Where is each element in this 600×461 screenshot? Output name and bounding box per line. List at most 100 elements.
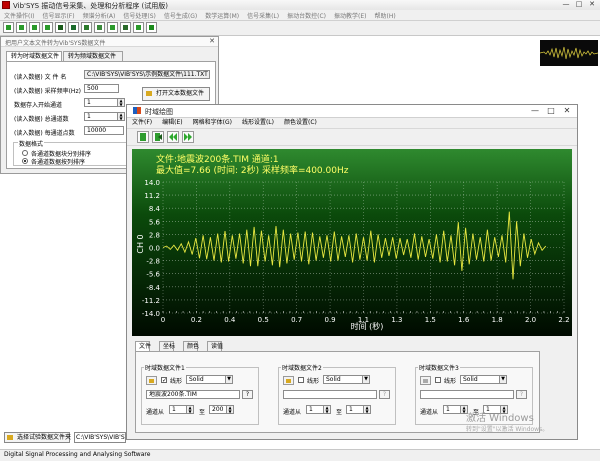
close-button[interactable]: ✕ <box>586 0 598 9</box>
tw-next-icon[interactable] <box>182 131 194 143</box>
file2-style-select[interactable]: Solid <box>323 375 363 384</box>
file2-help-button[interactable]: ? <box>379 390 390 399</box>
file-group-1-title: 时域数据文件1 <box>144 363 186 372</box>
copy-icon[interactable] <box>42 22 53 33</box>
file3-help-button[interactable]: ? <box>516 390 527 399</box>
select-folder-button[interactable]: 选择试验数据文件夹 <box>4 432 71 443</box>
import-window-close[interactable]: ✕ <box>209 37 215 45</box>
file3-open-icon[interactable] <box>420 376 431 385</box>
menu-math[interactable]: 数学运算(M) <box>201 10 243 20</box>
maximize-button[interactable]: □ <box>573 0 585 9</box>
file1-to-spinner[interactable]: ▲ ▼ <box>227 405 234 414</box>
tw-menu-color[interactable]: 颜色设置(C) <box>279 118 322 127</box>
file3-checkbox[interactable] <box>435 377 441 383</box>
total-channels-label: (读入数据) 总通道数 <box>14 116 69 123</box>
tw-open-icon[interactable] <box>137 131 149 143</box>
file1-style-select[interactable]: Solid <box>186 375 226 384</box>
window-icon[interactable] <box>133 22 144 33</box>
tw-prev-icon[interactable] <box>167 131 179 143</box>
menu-spectrum[interactable]: 频谱分析(A) <box>79 10 120 20</box>
spectrum-icon[interactable] <box>81 22 92 33</box>
tw-menu-line[interactable]: 线形设置(L) <box>237 118 279 127</box>
open-text-file-button[interactable]: 打开文本数据文件 <box>142 87 210 101</box>
tw-exit-icon[interactable] <box>152 131 164 143</box>
file2-from-field[interactable]: 1 <box>306 405 324 414</box>
minimize-button[interactable]: — <box>560 0 572 9</box>
file2-from-spinner[interactable]: ▲ ▼ <box>324 405 331 414</box>
folder-icon <box>146 91 152 96</box>
file1-help-button[interactable]: ? <box>242 390 253 399</box>
tab-read[interactable]: 读值 <box>207 341 223 351</box>
sample-rate-field[interactable]: 500 <box>84 84 119 93</box>
save-icon[interactable] <box>29 22 40 33</box>
tab-freq-file[interactable]: 转为频域数据文件 <box>63 51 123 61</box>
window-app-icon <box>133 107 141 114</box>
tw-menu-file[interactable]: 文件(F) <box>127 118 157 127</box>
format-option1-radio[interactable] <box>22 150 28 156</box>
file3-style-dropdown[interactable]: ▼ <box>500 375 507 384</box>
total-channels-field[interactable]: 1 <box>84 112 118 121</box>
file-name-field[interactable]: C:\VIB'SYS\VIB'SYS\示例数据文件\111.TXT <box>84 70 210 79</box>
file1-from-label: 通道从 <box>146 409 165 416</box>
menu-help[interactable]: 帮助(H) <box>370 10 399 20</box>
time-chart: 文件:地震波200条.TIM 通道:1 最大值=7.66 (时间: 2秒) 采样… <box>136 153 570 331</box>
table-icon[interactable] <box>94 22 105 33</box>
tab-file[interactable]: 文件 <box>135 341 151 351</box>
file1-from-field[interactable]: 1 <box>169 405 187 414</box>
time-window-close[interactable]: ✕ <box>561 106 573 115</box>
tab-axes[interactable]: 坐标 <box>159 341 175 351</box>
x-tick-label: 1.1 <box>358 316 369 324</box>
menu-file-ops[interactable]: 文件操作(I) <box>0 10 38 20</box>
file3-style-select[interactable]: Solid <box>460 375 500 384</box>
help-icon[interactable] <box>146 22 157 33</box>
menu-signal-display[interactable]: 信号显示(F) <box>38 10 78 20</box>
start-channel-spinner[interactable]: ▲ ▼ <box>118 98 125 107</box>
menu-signal-gen[interactable]: 信号生成(G) <box>160 10 201 20</box>
format-option2-label: 各通道数据按列排序 <box>31 159 86 166</box>
file2-to-spinner[interactable]: ▲ ▼ <box>364 405 371 414</box>
file1-from-spinner[interactable]: ▲ ▼ <box>187 405 194 414</box>
file2-to-field[interactable]: 1 <box>346 405 364 414</box>
tw-menu-edit[interactable]: 编辑(E) <box>157 118 187 127</box>
x-tick-label: 1.5 <box>425 316 436 324</box>
video-icon[interactable] <box>55 22 66 33</box>
grid-icon[interactable] <box>107 22 118 33</box>
file2-style-dropdown[interactable]: ▼ <box>363 375 370 384</box>
tab-colors[interactable]: 颜色 <box>183 341 199 351</box>
open-icon[interactable] <box>16 22 27 33</box>
time-window-menu: 文件(F) 编辑(E) 网格和字体(G) 线形设置(L) 颜色设置(C) <box>127 118 577 127</box>
folder-path-field[interactable]: C:\VIB'SYS\VIB'SYS\ <box>74 432 126 443</box>
chart-icon[interactable] <box>120 22 131 33</box>
x-tick-label: 0 <box>161 316 165 324</box>
file1-to-field[interactable]: 200 <box>209 405 227 414</box>
tab-time-file[interactable]: 转为时域数据文件 <box>6 51 62 61</box>
tw-menu-grid-font[interactable]: 网格和字体(G) <box>188 118 237 127</box>
file1-open-icon[interactable] <box>146 376 157 385</box>
menu-signal-process[interactable]: 信号处理(S) <box>119 10 160 20</box>
start-channel-field[interactable]: 1 <box>84 98 118 107</box>
file2-name-field[interactable] <box>283 390 377 399</box>
x-tick-label: 1.3 <box>391 316 402 324</box>
file2-checkbox[interactable] <box>298 377 304 383</box>
new-icon[interactable] <box>3 22 14 33</box>
file1-to-label: 至 <box>199 409 206 416</box>
file1-checkbox[interactable]: ✓ <box>161 377 167 384</box>
file2-open-icon[interactable] <box>283 376 294 385</box>
file3-from-field[interactable]: 1 <box>443 405 461 414</box>
y-tick-label: 14.0 <box>144 179 160 187</box>
file1-name-field[interactable]: 地震波200条.TIM <box>146 390 240 399</box>
file1-style-dropdown[interactable]: ▼ <box>226 375 233 384</box>
points-field[interactable]: 10000 <box>84 126 124 135</box>
time-plot-icon[interactable] <box>68 22 79 33</box>
menu-teaching[interactable]: 振动教学(E) <box>330 10 370 20</box>
file-group-2-title: 时域数据文件2 <box>281 363 323 372</box>
menu-shaker[interactable]: 振动台数控(C) <box>283 10 330 20</box>
format-option2-radio[interactable] <box>22 158 28 164</box>
menu-acquisition[interactable]: 信号采集(L) <box>243 10 283 20</box>
time-window-minimize[interactable]: — <box>529 106 541 115</box>
x-tick-label: 1.6 <box>458 316 470 324</box>
file3-name-field[interactable] <box>420 390 514 399</box>
import-window-titlebar: 把用户文本文件转为Vib'SYS数据文件 ✕ <box>1 37 218 47</box>
total-channels-spinner[interactable]: ▲ ▼ <box>118 112 125 121</box>
time-window-maximize[interactable]: □ <box>545 106 557 115</box>
